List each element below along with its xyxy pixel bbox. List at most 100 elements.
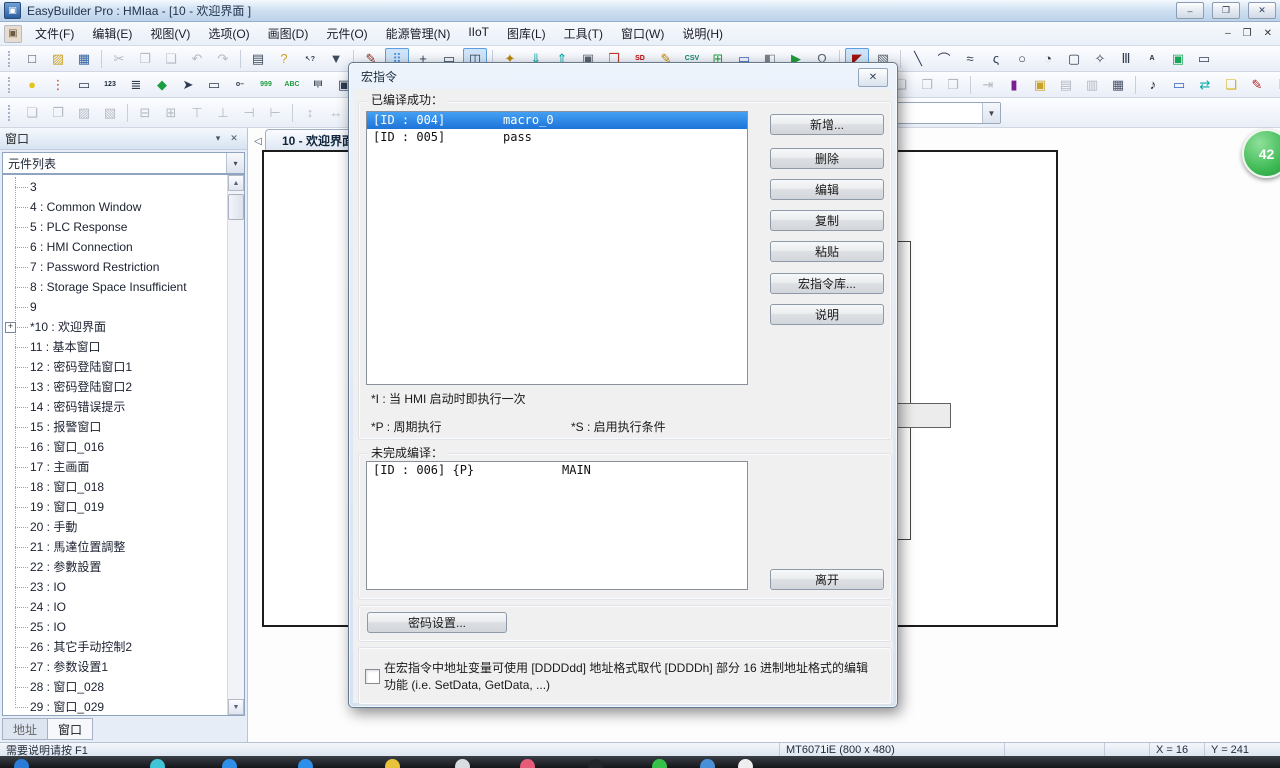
menu-item-5[interactable]: 画图(D) [259,22,318,45]
ascii-display-icon[interactable]: ABC [280,74,304,96]
new-file-icon[interactable]: □ [20,48,44,70]
tree-item[interactable]: 17 : 主画面 [3,457,227,477]
tree-item[interactable]: 28 : 窗口_028 [3,677,227,697]
minimize-button[interactable]: – [1176,2,1204,19]
note-window-icon[interactable]: ▭ [202,74,226,96]
tree-item[interactable]: 3 [3,177,227,197]
taskbar-app-6-icon[interactable] [520,759,535,768]
scroll-up-icon[interactable]: ▲ [228,175,244,191]
dialog-close-button[interactable]: ✕ [858,68,888,87]
delete-button[interactable]: 删除 [770,148,884,169]
tree-item[interactable]: 23 : IO [3,577,227,597]
save-icon[interactable]: ▦ [72,48,96,70]
chevron-down-icon[interactable]: ▼ [982,103,1000,123]
os-taskbar[interactable] [0,756,1280,768]
level-meter-icon[interactable]: Ⅲ [1271,74,1280,96]
ellipse-icon[interactable]: ○ [1010,48,1034,70]
toolbar-grip[interactable] [8,77,13,93]
taskbar-app-3-icon[interactable] [298,759,313,768]
close-button[interactable]: ✕ [1248,2,1276,19]
taskbar-app-5-icon[interactable] [455,759,470,768]
restore-button[interactable]: ❐ [1212,2,1240,19]
tree-item[interactable]: 24 : IO [3,597,227,617]
tree-item[interactable]: 21 : 馬達位置調整 [3,537,227,557]
tree-item[interactable]: 25 : IO [3,617,227,637]
address-format-checkbox[interactable] [365,669,380,684]
expand-icon[interactable]: + [5,322,16,333]
download-project-icon[interactable]: ▼ [324,48,348,70]
tree-item[interactable]: 7 : Password Restriction [3,257,227,277]
scroll-down-icon[interactable]: ▼ [228,699,244,715]
touch-pointer-icon[interactable]: ➤ [176,74,200,96]
hmi-display-icon[interactable]: ▭ [72,74,96,96]
label-library-icon[interactable]: ▦ [1106,74,1130,96]
uncompiled-macro-list[interactable]: [ID : 006] {P}MAIN [366,461,748,590]
taskbar-app-10-icon[interactable] [738,759,753,768]
tree-item[interactable]: 16 : 窗口_016 [3,437,227,457]
macro-editor-icon[interactable]: ▭ [1167,74,1191,96]
mdi-close-icon[interactable]: ✕ [1264,28,1272,39]
text-icon[interactable]: A [1140,48,1164,70]
chevron-down-icon[interactable]: ▾ [226,153,244,173]
pie-icon[interactable]: ◔ [1036,48,1060,70]
tree-item[interactable]: 8 : Storage Space Insufficient [3,277,227,297]
taskbar-app-2-icon[interactable] [222,759,237,768]
close-icon[interactable]: ✕ [226,131,242,146]
add-button[interactable]: 新增... [770,114,884,135]
scrollbar-thumb[interactable] [228,194,244,220]
password-settings-button[interactable]: 密码设置... [367,612,507,633]
menu-item-3[interactable]: 视图(V) [141,22,199,45]
tree-item[interactable]: 13 : 密码登陆窗口2 [3,377,227,397]
compiled-macro-list[interactable]: [ID : 004]macro_0[ID : 005]pass [366,111,748,385]
tree-item[interactable]: 5 : PLC Response [3,217,227,237]
macro-list-item[interactable]: [ID : 005]pass [367,129,747,146]
panel-tab-inactive[interactable]: 地址 [2,718,48,740]
spline-icon[interactable]: ≈ [958,48,982,70]
copy-button[interactable]: 复制 [770,210,884,231]
memo-icon[interactable]: ✎ [1245,74,1269,96]
chevron-down-icon[interactable]: ▾ [210,131,226,146]
menu-item-12[interactable]: 说明(H) [673,22,732,45]
tree-item[interactable]: 22 : 参數設置 [3,557,227,577]
taskbar-app-8-icon[interactable] [652,759,667,768]
macro-library-button[interactable]: 宏指令库... [770,273,884,294]
tree-item[interactable]: 26 : 其它手动控制2 [3,637,227,657]
gem-icon[interactable]: ◆ [150,74,174,96]
state-combo[interactable]: ▼ [886,102,1001,124]
scale-icon[interactable]: Ⅲ [1114,48,1138,70]
panel-tab-active[interactable]: 窗口 [47,718,93,740]
tree-item[interactable]: 9 [3,297,227,317]
tree-item[interactable]: 11 : 基本窗口 [3,337,227,357]
picture-icon[interactable]: ▣ [1166,48,1190,70]
numeric-123-icon[interactable]: 123 [98,74,122,96]
menu-item-2[interactable]: 编辑(E) [83,22,141,45]
tree-scrollbar[interactable]: ▲ ▼ [227,175,244,715]
object-list-combo[interactable]: 元件列表 ▾ [2,152,245,174]
menu-item-11[interactable]: 窗口(W) [612,22,673,45]
bulb-icon[interactable]: ● [20,74,44,96]
tree-item[interactable]: 12 : 密码登陆窗口1 [3,357,227,377]
tree-item[interactable]: 14 : 密码错误提示 [3,397,227,417]
menu-item-4[interactable]: 选项(O) [199,22,258,45]
taskbar-app-9-icon[interactable] [700,759,715,768]
picture-manager-icon[interactable]: ▣ [1028,74,1052,96]
help-button[interactable]: 说明 [770,304,884,325]
tree-item[interactable]: +*10 : 欢迎界面 [3,317,227,337]
leave-button[interactable]: 离开 [770,569,884,590]
layers-icon[interactable]: ≣ [124,74,148,96]
barcode-icon[interactable]: ‖|‖ [306,74,330,96]
freehand-icon[interactable]: ς [984,48,1008,70]
menu-item-7[interactable]: 能源管理(N) [377,22,460,45]
rect-icon[interactable]: ▢ [1062,48,1086,70]
recycle-icon[interactable]: ⇄ [1193,74,1217,96]
mdi-minimize-icon[interactable]: – [1225,28,1231,39]
toolbar-grip[interactable] [8,105,13,121]
macro-list-item[interactable]: [ID : 006] {P}MAIN [367,462,747,479]
tree-item[interactable]: 29 : 窗口_029 [3,697,227,716]
print-icon[interactable]: ▤ [246,48,270,70]
start-orb-icon[interactable] [14,759,29,768]
tree-item[interactable]: 18 : 窗口_018 [3,477,227,497]
sound-icon[interactable]: ♪ [1141,74,1165,96]
rounded-rect-icon[interactable]: ▭ [1192,48,1216,70]
line-icon[interactable]: ╲ [906,48,930,70]
